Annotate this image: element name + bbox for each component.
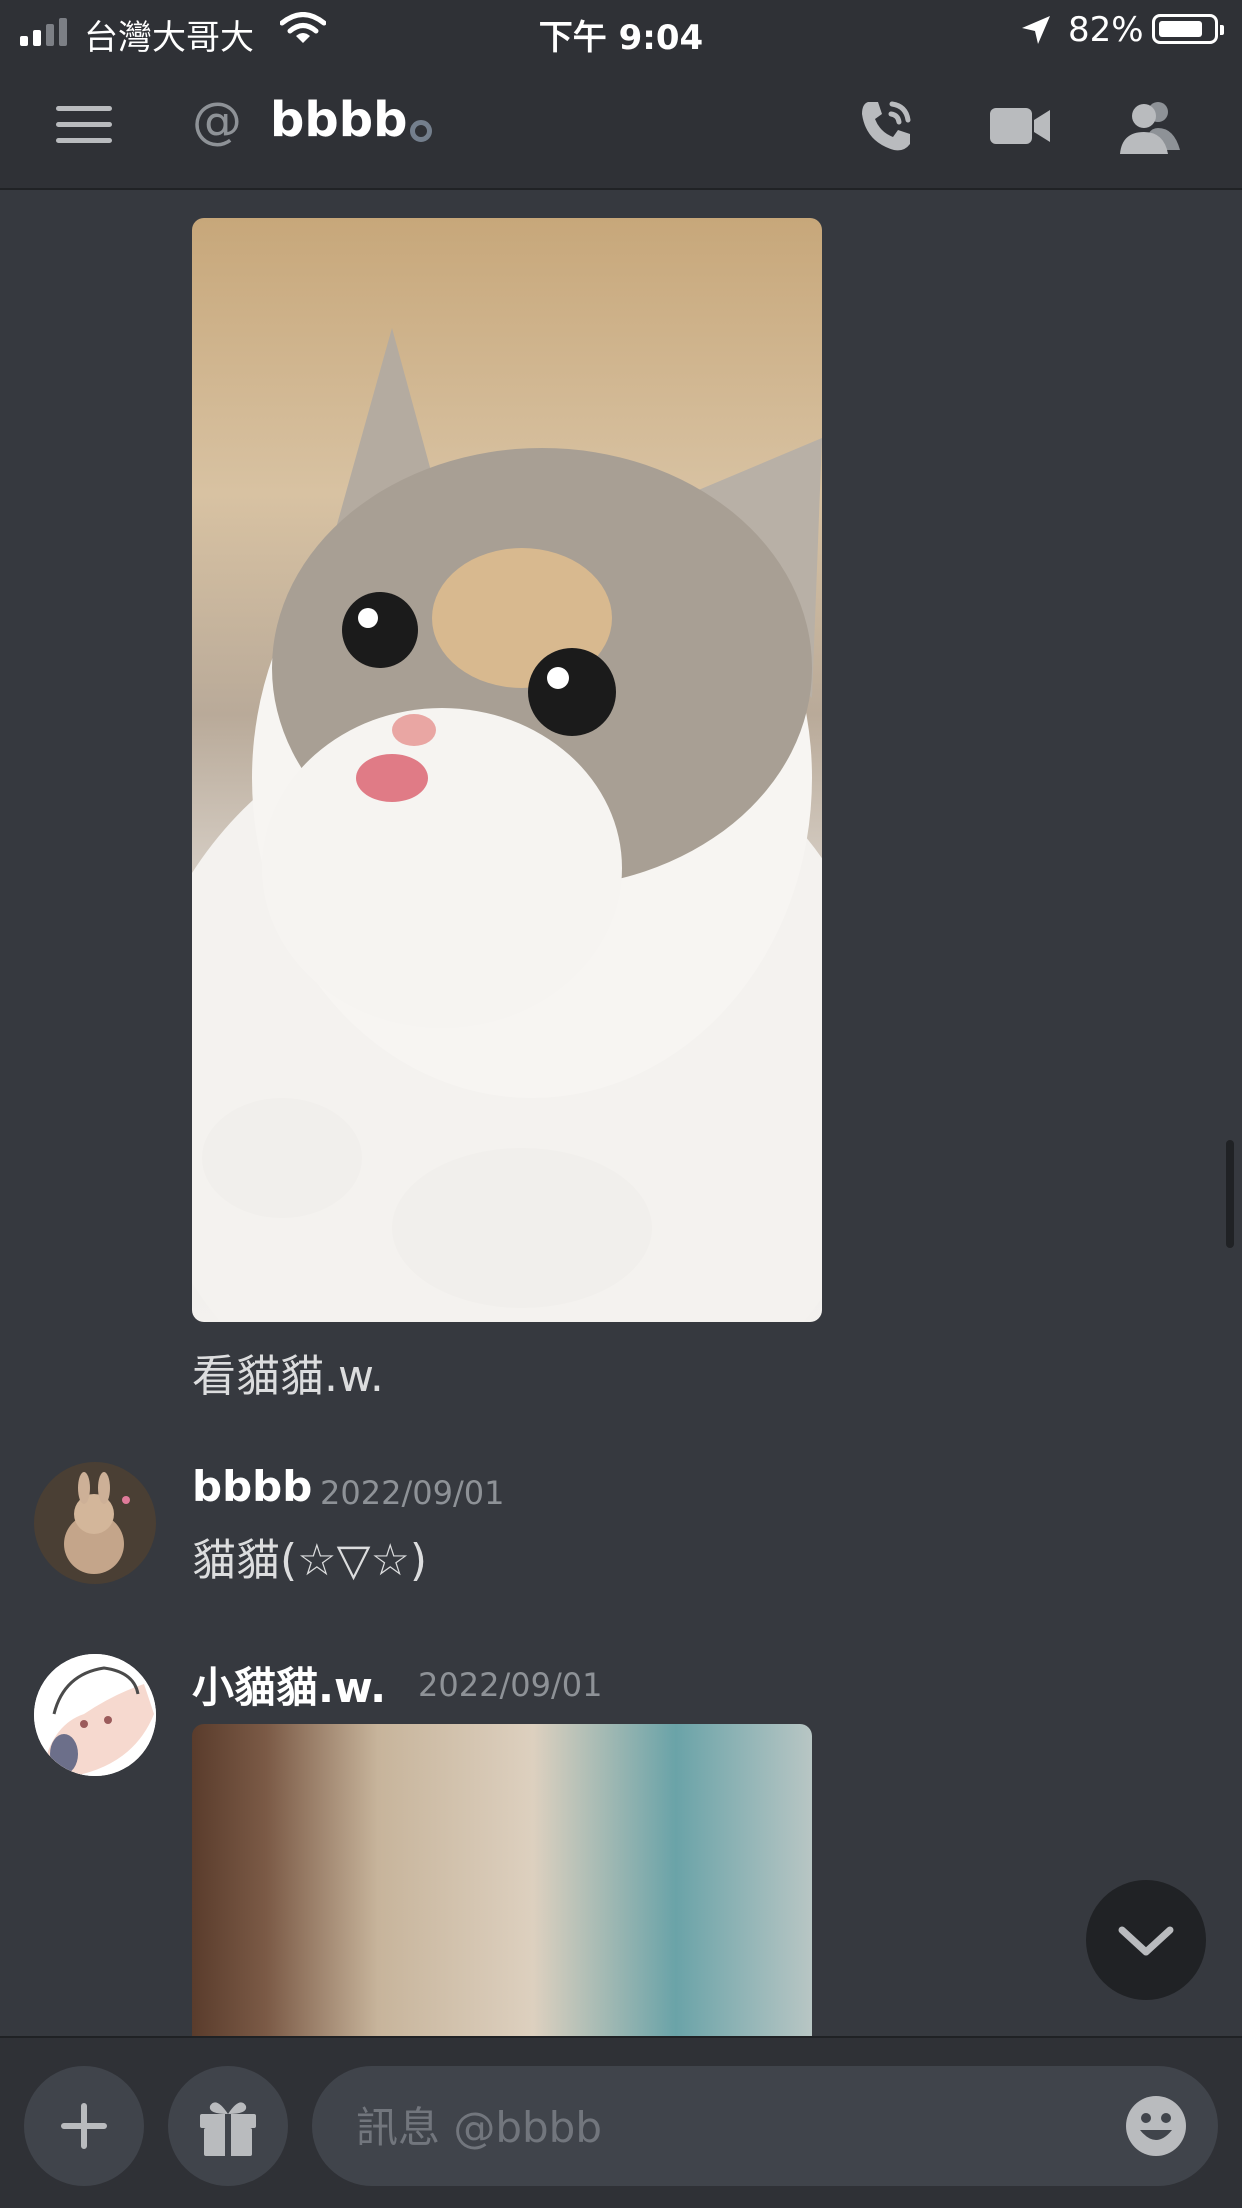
avatar[interactable]: [34, 1654, 156, 1776]
gift-button[interactable]: [168, 2066, 288, 2186]
message-list[interactable]: 看貓貓.w. bbbb 2022/09/01 貓貓(☆▽☆) 小貓貓.w. 20…: [0, 190, 1242, 2036]
battery-icon: [1152, 14, 1224, 44]
jump-to-latest-button[interactable]: [1086, 1880, 1206, 2000]
channel-header: @ bbbb: [0, 62, 1242, 190]
message-input-container: [312, 2066, 1218, 2188]
clock: 下午 9:04: [538, 18, 704, 58]
status-bar: 台灣大哥大 下午 9:04 82%: [0, 0, 1242, 62]
phone-call-icon[interactable]: [854, 94, 918, 158]
at-icon: @: [192, 92, 242, 150]
photo-attachment[interactable]: [192, 1724, 812, 2036]
battery-level: [1159, 21, 1202, 37]
chevron-down-icon: [1118, 1926, 1174, 1956]
members-icon[interactable]: [1118, 94, 1182, 158]
video-camera-icon[interactable]: [988, 94, 1052, 158]
offline-status-icon: [410, 120, 432, 142]
attach-button[interactable]: [24, 2066, 144, 2186]
cat-photo-attachment[interactable]: [192, 218, 822, 1322]
message-text: 看貓貓.w.: [192, 1351, 384, 1402]
gift-icon: [200, 2102, 256, 2156]
timestamp: 2022/09/01: [320, 1474, 505, 1512]
emoji-icon[interactable]: [1124, 2094, 1188, 2158]
message-input[interactable]: [354, 2066, 1098, 2188]
plus-icon: [61, 2103, 107, 2149]
battery-percent: 82%: [1068, 10, 1144, 50]
location-arrow-icon: [1020, 14, 1052, 50]
author-name[interactable]: 小貓貓.w.: [192, 1654, 386, 1715]
avatar[interactable]: [34, 1462, 156, 1584]
channel-title[interactable]: bbbb: [270, 92, 407, 148]
author-name[interactable]: bbbb: [192, 1462, 312, 1511]
message-composer: [0, 2036, 1242, 2208]
message-text: 貓貓(☆▽☆): [192, 1535, 428, 1586]
menu-icon[interactable]: [56, 106, 112, 146]
scrollbar[interactable]: [1226, 1140, 1234, 1248]
timestamp: 2022/09/01: [418, 1666, 603, 1704]
